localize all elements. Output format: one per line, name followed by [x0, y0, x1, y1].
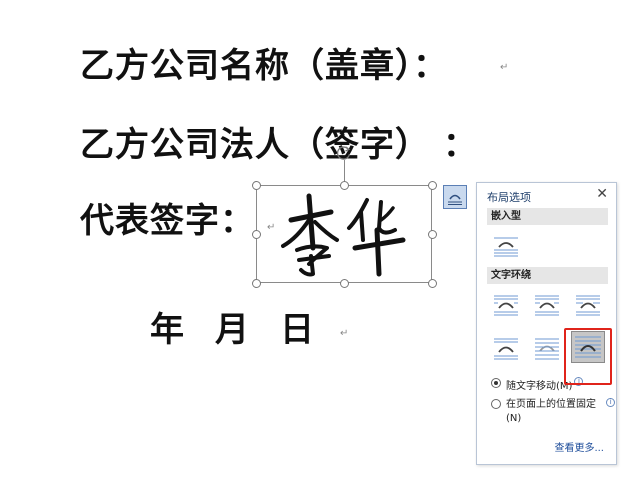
legal-rep-line: 乙方公司法人（签字） ：	[80, 125, 478, 165]
section-wrap-header: 文字环绕	[487, 267, 608, 284]
top-bottom-wrap-icon	[494, 338, 518, 360]
layout-options-button[interactable]	[443, 185, 467, 209]
representative-signature-label: 代表签字：	[80, 201, 255, 241]
wrap-square-option[interactable]	[491, 292, 519, 316]
rotate-handle-icon[interactable]	[336, 145, 352, 161]
month-label: 月	[215, 310, 250, 350]
inline-wrap-icon	[494, 237, 518, 257]
resize-handle-top[interactable]	[340, 181, 349, 190]
radio-button-selected[interactable]	[491, 378, 501, 388]
paragraph-mark: ↵	[340, 328, 349, 339]
see-more-link[interactable]: 查看更多...	[554, 439, 604, 454]
square-wrap-icon	[494, 295, 518, 316]
section-inline-header: 嵌入型	[487, 208, 608, 225]
close-icon[interactable]: ✕	[596, 186, 608, 202]
tight-wrap-icon	[535, 295, 559, 316]
wrap-tight-option[interactable]	[532, 292, 560, 316]
year-label: 年	[150, 310, 185, 350]
radio-fix-label: 在页面上的位置固定(N)	[506, 399, 596, 424]
info-icon[interactable]: i	[606, 398, 615, 407]
resize-handle-left[interactable]	[252, 230, 261, 239]
behind-text-wrap-icon	[535, 338, 559, 360]
paragraph-mark: ↵	[500, 62, 509, 73]
radio-move-label: 随文字移动(M)	[506, 381, 573, 392]
annotation-highlight-box	[564, 328, 612, 385]
resize-handle-top-left[interactable]	[252, 181, 261, 190]
panel-title: 布局选项	[487, 191, 531, 204]
through-wrap-icon	[576, 295, 600, 316]
wrap-inline-option[interactable]	[491, 233, 519, 257]
wrap-behind-text-option[interactable]	[532, 335, 560, 360]
layout-options-panel: 布局选项 ✕ 嵌入型 文字环绕 随文字移动(M) i 在页面上的位置固定(N) …	[476, 182, 617, 465]
handwritten-signature	[281, 193, 406, 277]
resize-handle-top-right[interactable]	[428, 181, 437, 190]
layout-options-icon	[448, 194, 462, 205]
wrap-through-option[interactable]	[573, 292, 601, 316]
company-name-line: 乙方公司名称（盖章）：	[80, 46, 448, 86]
radio-button[interactable]	[491, 399, 501, 409]
resize-handle-bottom-right[interactable]	[428, 279, 437, 288]
date-line: 年月日	[150, 302, 315, 351]
radio-fix-position[interactable]: 在页面上的位置固定(N) i	[491, 398, 615, 426]
wrap-top-bottom-option[interactable]	[491, 335, 519, 360]
resize-handle-right[interactable]	[428, 230, 437, 239]
signature-image[interactable]: ↵	[256, 185, 432, 283]
resize-handle-bottom-left[interactable]	[252, 279, 261, 288]
resize-handle-bottom[interactable]	[340, 279, 349, 288]
day-label: 日	[280, 310, 315, 350]
